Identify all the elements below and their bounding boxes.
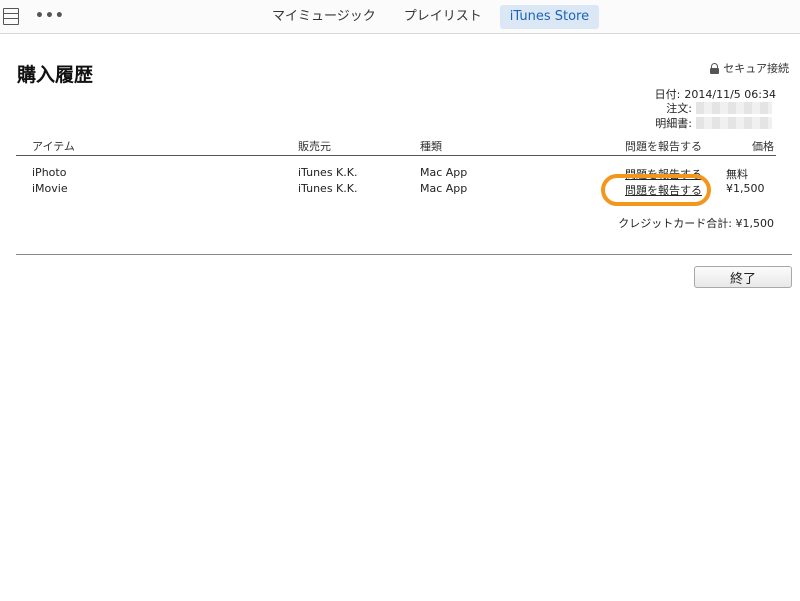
meta-date-row: 日付: 2014/11/5 06:34 bbox=[655, 88, 776, 102]
row-item: iPhoto bbox=[32, 166, 67, 179]
tab-my-music[interactable]: マイミュージック bbox=[262, 5, 386, 29]
row-price: 無料 bbox=[726, 168, 748, 181]
date-value: 2014/11/5 06:34 bbox=[684, 88, 776, 101]
row-price: ¥1,500 bbox=[726, 182, 765, 195]
header-kind: 種類 bbox=[420, 140, 442, 153]
tab-itunes-store[interactable]: iTunes Store bbox=[499, 5, 600, 29]
tab-playlists[interactable]: プレイリスト bbox=[394, 5, 492, 29]
row-kind: Mac App bbox=[420, 166, 468, 179]
divider bbox=[16, 254, 792, 255]
order-value-redacted bbox=[696, 101, 776, 118]
header-seller: 販売元 bbox=[298, 140, 331, 153]
secure-connection-indicator: セキュア接続 bbox=[710, 60, 789, 76]
row-seller: iTunes K.K. bbox=[298, 182, 358, 195]
receipt-value-redacted bbox=[696, 117, 776, 133]
order-label: 注文: bbox=[666, 101, 692, 115]
meta-receipt-row: 明細書: bbox=[655, 117, 776, 133]
more-options-icon[interactable]: ••• bbox=[35, 9, 65, 23]
secure-connection-label: セキュア接続 bbox=[723, 62, 789, 75]
total-label: クレジットカード合計: bbox=[618, 217, 732, 230]
receipt-label: 明細書: bbox=[655, 117, 692, 130]
row-seller: iTunes K.K. bbox=[298, 166, 358, 179]
top-navigation-bar: ••• マイミュージック プレイリスト iTunes Store bbox=[0, 0, 800, 34]
page-title: 購入履歴 bbox=[17, 64, 94, 86]
row-kind: Mac App bbox=[420, 182, 468, 195]
sidebar-toggle-icon[interactable] bbox=[3, 8, 19, 25]
meta-order-row: 注文: bbox=[655, 101, 776, 118]
nav-tabs: マイミュージック プレイリスト iTunes Store bbox=[262, 5, 600, 29]
row-item: iMovie bbox=[32, 182, 68, 195]
done-button[interactable]: 終了 bbox=[694, 266, 792, 288]
total-value: ¥1,500 bbox=[735, 217, 775, 230]
header-report: 問題を報告する bbox=[625, 140, 702, 153]
purchase-table-header: アイテム 販売元 種類 問題を報告する 価格 bbox=[16, 138, 776, 156]
credit-card-total: クレジットカード合計: ¥1,500 bbox=[618, 215, 774, 231]
highlight-annotation bbox=[601, 174, 711, 206]
lock-icon bbox=[710, 62, 720, 74]
date-label: 日付: bbox=[654, 88, 681, 101]
purchase-meta: 日付: 2014/11/5 06:34 注文: 明細書: bbox=[655, 88, 776, 133]
header-price: 価格 bbox=[752, 140, 774, 153]
header-item: アイテム bbox=[32, 140, 75, 153]
